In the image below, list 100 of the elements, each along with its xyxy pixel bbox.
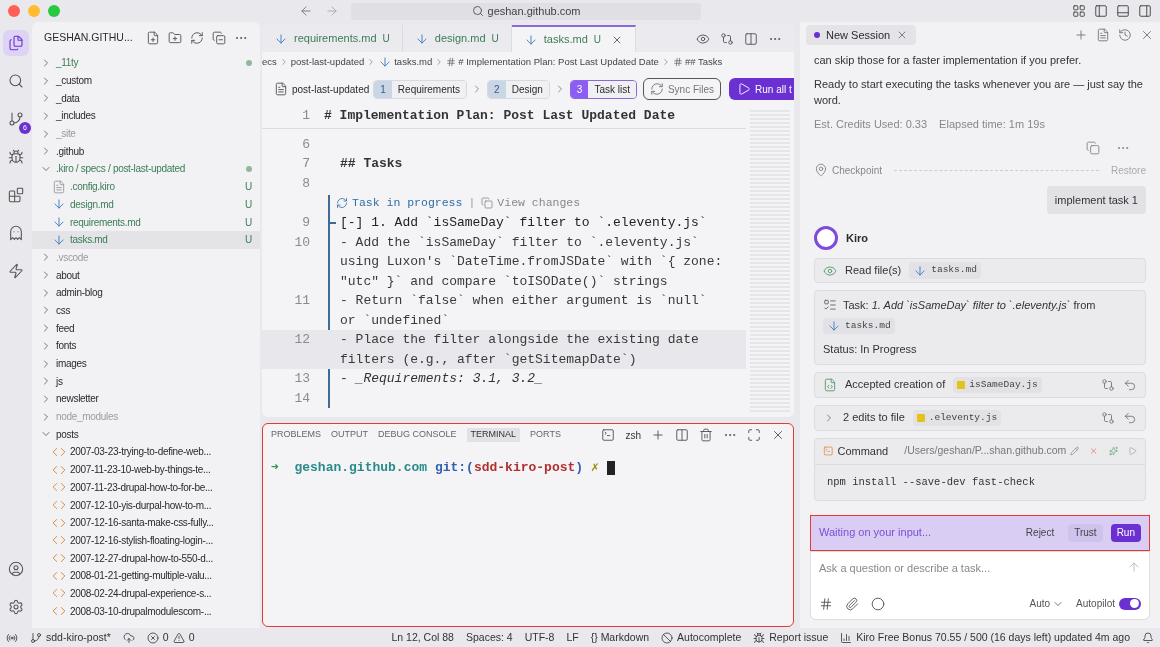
spec-step-tab[interactable]: 3 Task list — [569, 79, 637, 99]
panel-tab[interactable]: OUTPUT — [331, 428, 368, 442]
hash-icon[interactable] — [819, 596, 833, 611]
copy-icon[interactable] — [1086, 140, 1100, 155]
panel-right-icon[interactable] — [1138, 4, 1152, 18]
tree-item[interactable]: _includes — [32, 107, 260, 125]
status-item[interactable]: LF — [566, 629, 579, 646]
trash-icon[interactable] — [699, 428, 713, 442]
circle-icon[interactable] — [871, 596, 885, 611]
close-window-button[interactable] — [8, 5, 20, 17]
session-tab[interactable]: New Session — [806, 25, 917, 45]
tree-item[interactable]: design.md U — [32, 195, 260, 214]
spec-step-tab[interactable]: 1 Requirements — [373, 79, 468, 99]
panel-tab[interactable]: DEBUG CONSOLE — [378, 428, 457, 442]
panel-tab[interactable]: TERMINAL — [466, 428, 521, 442]
editor-tab[interactable]: tasks.md U — [511, 25, 637, 52]
bell-icon[interactable] — [1142, 631, 1154, 644]
split-icon[interactable] — [675, 428, 689, 442]
cloud-upload-icon[interactable] — [122, 631, 135, 644]
new-file-icon[interactable] — [146, 31, 160, 45]
editor-tab[interactable]: design.md U — [402, 25, 512, 52]
undo-icon[interactable] — [1123, 377, 1137, 392]
tree-item[interactable]: js — [32, 372, 260, 391]
approval-action-button[interactable]: Trust — [1068, 523, 1103, 542]
sync-files-button[interactable]: Sync Files — [642, 78, 722, 100]
tree-item[interactable]: 2007-12-16-santa-make-css-fully... — [32, 513, 260, 532]
problems-status[interactable]: 0 0 — [146, 629, 195, 646]
spec-step-tab[interactable]: 2 Design — [487, 79, 550, 99]
status-item[interactable]: Ln 12, Col 88 — [391, 629, 454, 646]
plus-icon[interactable] — [651, 428, 665, 442]
tree-item[interactable]: 2007-03-23-trying-to-define-web... — [32, 443, 260, 461]
refresh-icon[interactable] — [190, 31, 204, 45]
collapse-icon[interactable] — [212, 31, 226, 45]
split-icon[interactable] — [744, 31, 758, 46]
tree-item[interactable]: 2007-11-23-10-web-by-things-te... — [32, 460, 260, 479]
approval-action-button[interactable]: Reject — [1019, 523, 1061, 542]
compare-icon[interactable] — [1101, 410, 1115, 425]
tree-item[interactable]: tasks.md U — [32, 230, 260, 249]
breadcrumb-item[interactable]: tasks.md — [394, 54, 433, 70]
close-icon[interactable] — [771, 428, 785, 442]
tree-item[interactable]: 2008-03-10-drupalmodulescom-... — [32, 602, 260, 620]
tree-item[interactable]: .config.kiro U — [32, 177, 260, 196]
file-chip[interactable]: isSameDay.js — [953, 376, 1042, 393]
compare-icon[interactable] — [1101, 377, 1115, 392]
maximize-icon[interactable] — [747, 428, 761, 442]
status-item[interactable]: UTF-8 — [524, 629, 555, 646]
file-chip[interactable]: tasks.md — [823, 317, 895, 334]
tree-item[interactable]: _custom — [32, 71, 260, 90]
back-icon[interactable] — [299, 4, 313, 18]
tree-item[interactable]: 2007-12-16-stylish-floating-login-... — [32, 531, 260, 550]
tree-item[interactable]: images — [32, 354, 260, 373]
tree-item[interactable]: 2008-01-21-getting-multiple-valu... — [32, 566, 260, 585]
status-item[interactable]: Spaces: 4 — [465, 629, 513, 646]
tree-item[interactable]: admin-blog — [32, 283, 260, 302]
autocomplete-status[interactable]: Autocomplete — [661, 629, 742, 646]
breadcrumb-item[interactable]: ecs — [262, 54, 277, 70]
file-chip[interactable]: .eleventy.js — [912, 409, 1002, 426]
chat-input[interactable]: Ask a question or describe a task... Auto Autopilot — [810, 550, 1150, 620]
activity-item[interactable] — [3, 30, 29, 56]
report-issue-status[interactable]: Report issue — [753, 629, 829, 646]
tree-item[interactable]: about — [32, 266, 260, 284]
panel-left-icon[interactable] — [1094, 4, 1108, 18]
tree-item[interactable]: 2007-12-10-yis-durpal-how-to-m... — [32, 496, 260, 514]
remote-icon[interactable] — [6, 631, 18, 644]
tree-item[interactable]: newsletter — [32, 390, 260, 408]
mode-dropdown[interactable]: Auto — [1029, 596, 1065, 611]
new-folder-icon[interactable] — [168, 31, 182, 45]
tree-item[interactable]: css — [32, 301, 260, 320]
breadcrumb-item[interactable]: # Implementation Plan: Post Last Updated Date — [458, 54, 659, 70]
approval-action-button[interactable]: Run — [1110, 523, 1141, 542]
tree-item[interactable]: fonts — [32, 337, 260, 355]
editor-tab[interactable]: requirements.md U — [262, 25, 403, 52]
panel-tab[interactable]: PORTS — [530, 428, 561, 442]
tree-item[interactable]: .kiro / specs / post-last-updated — [32, 160, 260, 178]
panel-tab[interactable]: PROBLEMS — [271, 428, 321, 442]
tree-item[interactable]: _11ty — [32, 54, 260, 72]
shell-name[interactable]: zsh — [625, 427, 641, 443]
panel-bottom-icon[interactable] — [1116, 4, 1130, 18]
bonus-status[interactable]: Kiro Free Bonus 70.55 / 500 (16 days left) updated 4m ago — [840, 629, 1130, 646]
run-all-button[interactable]: Run all t — [729, 78, 794, 100]
breadcrumb-item[interactable]: ## Tasks — [684, 54, 723, 70]
tree-item[interactable]: 2008-02-24-drupal-experience-s... — [32, 584, 260, 603]
autopilot-toggle[interactable] — [1119, 597, 1141, 610]
layout-icon[interactable] — [1072, 4, 1086, 18]
preview-icon[interactable] — [696, 31, 710, 46]
task-status-link[interactable]: Task in progress — [352, 193, 463, 213]
document-icon[interactable] — [1096, 28, 1110, 42]
breadcrumb-item[interactable]: post-last-updated — [290, 54, 365, 70]
branch-status[interactable]: sdd-kiro-post* — [30, 629, 111, 646]
tree-item[interactable]: .github — [32, 142, 260, 161]
close-icon[interactable] — [1140, 28, 1154, 42]
tree-item[interactable]: requirements.md U — [32, 213, 260, 231]
history-icon[interactable] — [1118, 28, 1132, 42]
compare-icon[interactable] — [720, 31, 734, 46]
tree-item[interactable]: 2007-12-27-drupal-how-to-550-d... — [32, 549, 260, 567]
undo-icon[interactable] — [1123, 410, 1137, 425]
file-chip[interactable]: tasks.md — [909, 262, 981, 279]
tree-item[interactable]: 2007-11-23-drupal-how-to-for-be... — [32, 478, 260, 497]
paperclip-icon[interactable] — [845, 596, 859, 611]
tree-item[interactable]: _data — [32, 89, 260, 108]
